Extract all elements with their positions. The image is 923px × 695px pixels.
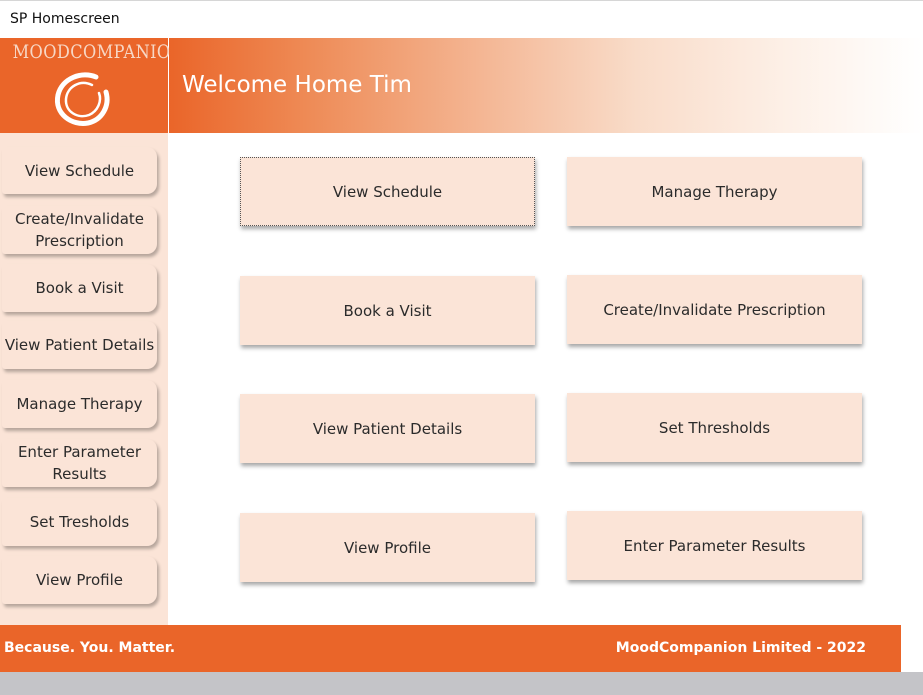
enter-parameter-results-button[interactable]: Enter Parameter Results [567, 511, 862, 580]
view-profile-button[interactable]: View Profile [240, 513, 535, 582]
sidebar-item-enter-parameter-results[interactable]: Enter Parameter Results [2, 439, 157, 487]
logo-block: MOODCOMPANION [0, 38, 186, 133]
sidebar-item-view-profile[interactable]: View Profile [2, 556, 157, 604]
header-banner: Welcome Home Tim [169, 38, 923, 133]
title-bar: SP Homescreen [0, 0, 923, 38]
footer-tagline: Because. You. Matter. [4, 640, 176, 656]
page-title: Welcome Home Tim [182, 72, 412, 98]
bottom-strip [0, 672, 923, 695]
footer: Because. You. Matter. MoodCompanion Limi… [0, 625, 901, 672]
sidebar-item-set-tresholds[interactable]: Set Tresholds [2, 498, 157, 546]
footer-copyright: MoodCompanion Limited - 2022 [615, 640, 866, 656]
view-patient-details-button[interactable]: View Patient Details [240, 394, 535, 463]
set-thresholds-button[interactable]: Set Thresholds [567, 393, 862, 462]
sidebar-item-create-invalidate-prescription[interactable]: Create/Invalidate Prescription [2, 206, 157, 254]
logo-text: MOODCOMPANION [12, 41, 186, 63]
view-schedule-button[interactable]: View Schedule [240, 157, 535, 226]
create-invalidate-prescription-button[interactable]: Create/Invalidate Prescription [567, 275, 862, 344]
window-title: SP Homescreen [10, 11, 120, 27]
sidebar-item-view-patient-details[interactable]: View Patient Details [2, 321, 157, 369]
app-window: SP Homescreen MOODCOMPANION Welcome Home… [0, 0, 923, 695]
sidebar-item-view-schedule[interactable]: View Schedule [2, 147, 157, 194]
sidebar-item-manage-therapy[interactable]: Manage Therapy [2, 380, 157, 428]
sidebar: View Schedule Create/Invalidate Prescrip… [0, 133, 168, 625]
ring-logo-icon [54, 72, 110, 126]
sidebar-item-book-a-visit[interactable]: Book a Visit [2, 264, 157, 312]
manage-therapy-button[interactable]: Manage Therapy [567, 157, 862, 226]
book-a-visit-button[interactable]: Book a Visit [240, 276, 535, 345]
